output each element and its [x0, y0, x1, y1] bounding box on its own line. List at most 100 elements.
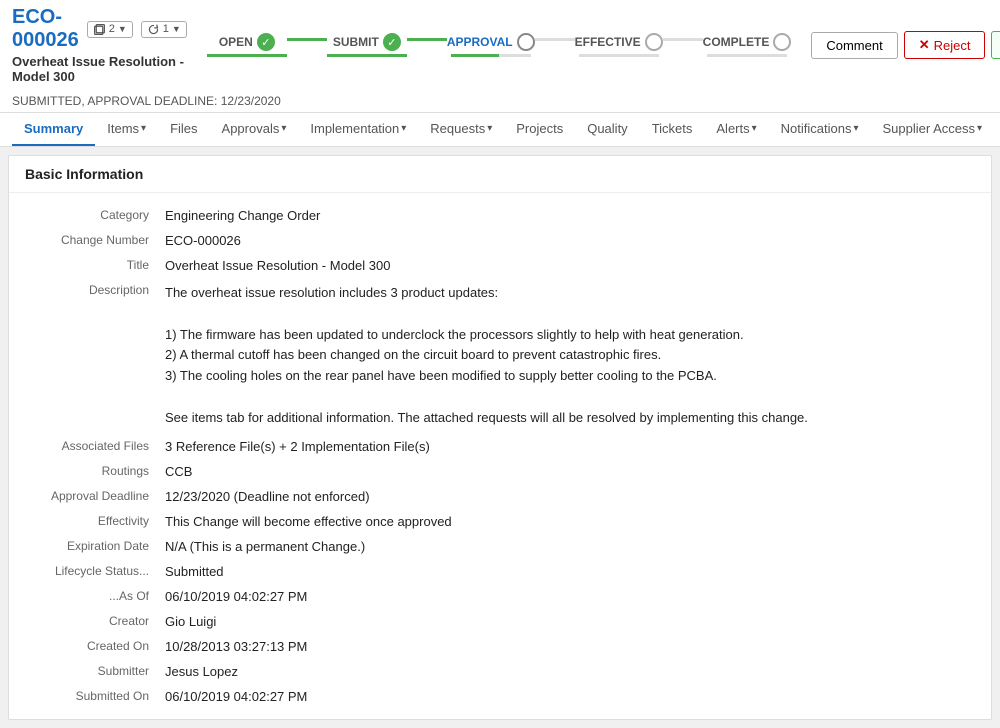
tab-notifications[interactable]: Notifications ▾ [769, 113, 871, 146]
field-value: CCB [165, 464, 975, 479]
eco-id-row: ECO-000026 2 ▼ 1 ▼ [12, 6, 187, 52]
info-row: Expiration DateN/A (This is a permanent … [25, 534, 975, 559]
info-row: DescriptionThe overheat issue resolution… [25, 278, 975, 434]
workflow-step-effective: EFFECTIVE [575, 33, 663, 57]
info-row: Created On10/28/2013 03:27:13 PM [25, 634, 975, 659]
step-label-effective: EFFECTIVE [575, 35, 641, 49]
step-circle-effective [645, 33, 663, 51]
main-content: Basic Information CategoryEngineering Ch… [8, 155, 992, 720]
approve-button[interactable]: ✓ Approve [991, 31, 1000, 59]
eco-title-section: ECO-000026 2 ▼ 1 ▼ Overheat Issue Resolu… [12, 6, 187, 84]
info-row: SubmitterJesus Lopez [25, 659, 975, 684]
field-label: Title [25, 258, 165, 273]
info-row: TitleOverheat Issue Resolution - Model 3… [25, 253, 975, 278]
tab-supplier-access[interactable]: Supplier Access ▾ [871, 113, 995, 146]
field-label: Submitter [25, 664, 165, 679]
field-label: Effectivity [25, 514, 165, 529]
reject-button[interactable]: ✕ Reject [904, 31, 986, 59]
field-value: 12/23/2020 (Deadline not enforced) [165, 489, 975, 504]
refs-badge[interactable]: 1 ▼ [141, 21, 187, 38]
workflow-bar: OPEN ✓ SUBMIT ✓ APPROVAL [187, 33, 811, 57]
copy-icon [93, 23, 106, 36]
info-row: ...As Of06/10/2019 04:02:27 PM [25, 584, 975, 609]
chevron-approvals: ▾ [281, 123, 286, 134]
field-label: Approval Deadline [25, 489, 165, 504]
info-row: CreatorGio Luigi [25, 609, 975, 634]
chevron-supplier: ▾ [977, 123, 982, 134]
field-value: N/A (This is a permanent Change.) [165, 539, 975, 554]
info-table: CategoryEngineering Change OrderChange N… [9, 193, 991, 719]
step-label-approval: APPROVAL [447, 35, 513, 49]
info-row: CategoryEngineering Change Order [25, 203, 975, 228]
chevron-down-icon: ▼ [172, 24, 181, 34]
step-circle-approval [517, 33, 535, 51]
step-label-submit: SUBMIT [333, 35, 379, 49]
section-header: Basic Information [9, 156, 991, 193]
chevron-down-icon: ▼ [118, 24, 127, 34]
tab-approvals[interactable]: Approvals ▾ [210, 113, 299, 146]
workflow-step-approval: APPROVAL [447, 33, 535, 57]
field-value: 10/28/2013 03:27:13 PM [165, 639, 975, 654]
field-label: Expiration Date [25, 539, 165, 554]
tab-summary[interactable]: Summary [12, 113, 95, 146]
tab-projects[interactable]: Projects [504, 113, 575, 146]
field-value: 3 Reference File(s) + 2 Implementation F… [165, 439, 975, 454]
chevron-notifications: ▾ [853, 123, 858, 134]
copies-badge[interactable]: 2 ▼ [87, 21, 133, 38]
field-label: ...As Of [25, 589, 165, 604]
field-label: Routings [25, 464, 165, 479]
field-value: 06/10/2019 04:02:27 PM [165, 589, 975, 604]
field-label: Category [25, 208, 165, 223]
field-value: Jesus Lopez [165, 664, 975, 679]
chevron-items: ▾ [141, 123, 146, 134]
nav-tabs: Summary Items ▾ Files Approvals ▾ Implem… [0, 113, 1000, 147]
field-label: Lifecycle Status... [25, 564, 165, 579]
info-row: Submitted On06/10/2019 04:02:27 PM [25, 684, 975, 709]
field-value: The overheat issue resolution includes 3… [165, 283, 975, 429]
tab-alerts[interactable]: Alerts ▾ [704, 113, 768, 146]
step-circle-open: ✓ [257, 33, 275, 51]
field-value: Submitted [165, 564, 975, 579]
field-label: Creator [25, 614, 165, 629]
chevron-implementation: ▾ [401, 123, 406, 134]
info-row: EffectivityThis Change will become effec… [25, 509, 975, 534]
connector-open-submit [287, 38, 327, 41]
info-row: Lifecycle Status...Submitted [25, 559, 975, 584]
workflow-step-open: OPEN ✓ [207, 33, 287, 57]
top-bar: ECO-000026 2 ▼ 1 ▼ Overheat Issue Resolu… [0, 0, 1000, 113]
step-progress-open [207, 54, 287, 57]
field-value: ECO-000026 [165, 233, 975, 248]
eco-id: ECO-000026 [12, 6, 79, 52]
field-label: Submitted On [25, 689, 165, 704]
step-progress-submit [327, 54, 407, 57]
field-label: Created On [25, 639, 165, 654]
tab-files[interactable]: Files [158, 113, 209, 146]
step-progress-approval [451, 54, 531, 57]
tab-quality[interactable]: Quality [575, 113, 639, 146]
field-label: Associated Files [25, 439, 165, 454]
step-progress-effective [579, 54, 659, 57]
refresh-icon [147, 23, 160, 36]
workflow-step-submit: SUBMIT ✓ [327, 33, 407, 57]
comment-button[interactable]: Comment [811, 32, 897, 59]
chevron-requests: ▾ [487, 123, 492, 134]
tab-tickets[interactable]: Tickets [640, 113, 705, 146]
chevron-alerts: ▾ [752, 123, 757, 134]
connector-submit-approval [407, 38, 447, 41]
eco-subtitle: Overheat Issue Resolution - Model 300 [12, 54, 187, 84]
field-value: 06/10/2019 04:02:27 PM [165, 689, 975, 704]
submitted-row: SUBMITTED, APPROVAL DEADLINE: 12/23/2020 [12, 88, 988, 112]
field-label: Change Number [25, 233, 165, 248]
field-value: This Change will become effective once a… [165, 514, 975, 529]
step-circle-complete [773, 33, 791, 51]
info-row: Approval Deadline12/23/2020 (Deadline no… [25, 484, 975, 509]
tab-implementation[interactable]: Implementation ▾ [298, 113, 418, 146]
connector-approval-effective [535, 38, 575, 41]
tab-history[interactable]: History ▾ [994, 113, 1000, 146]
tab-items[interactable]: Items ▾ [95, 113, 158, 146]
info-row: Change NumberECO-000026 [25, 228, 975, 253]
field-value: Gio Luigi [165, 614, 975, 629]
step-label-open: OPEN [219, 35, 253, 49]
tab-requests[interactable]: Requests ▾ [418, 113, 504, 146]
step-circle-submit: ✓ [383, 33, 401, 51]
